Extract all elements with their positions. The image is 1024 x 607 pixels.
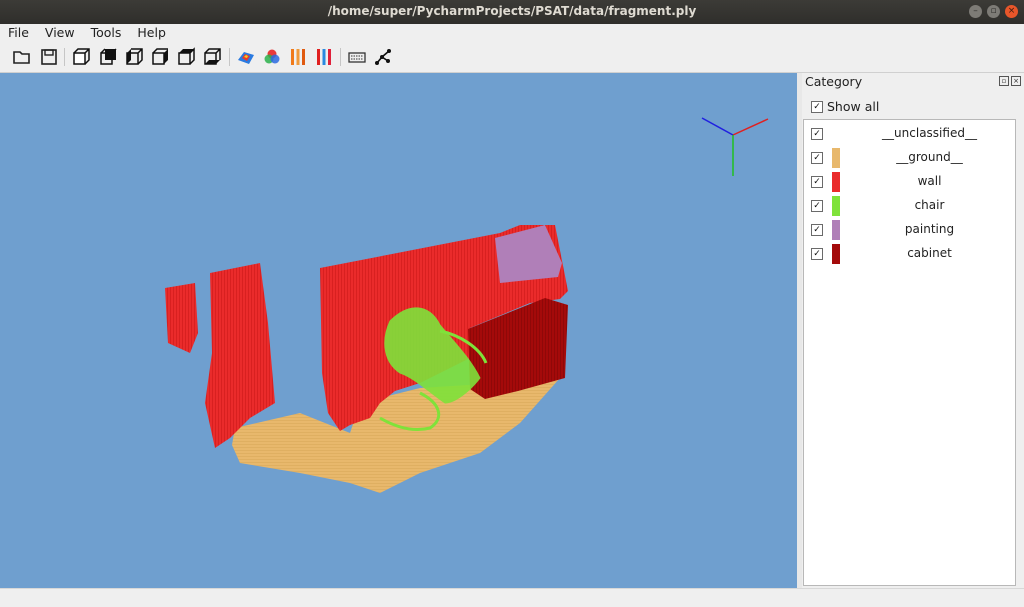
point-cloud-viewport[interactable] xyxy=(0,73,797,588)
maximize-button[interactable]: ▫ xyxy=(987,5,1000,18)
category-panel: Category ▫ × ✓ Show all ✓ __unclassified… xyxy=(802,73,1024,588)
category-row-wall[interactable]: ✓ wall xyxy=(804,170,1015,194)
category-row-unclassified[interactable]: ✓ __unclassified__ xyxy=(804,122,1015,146)
category-label: chair xyxy=(914,198,945,212)
menubar: File View Tools Help xyxy=(0,24,1024,42)
color-by-rgb-icon[interactable] xyxy=(261,46,283,68)
menu-tools[interactable]: Tools xyxy=(83,24,130,42)
wall-points-left xyxy=(165,283,198,353)
color-by-category-icon[interactable] xyxy=(287,46,309,68)
category-color-swatch xyxy=(832,196,840,216)
point-cloud-scene[interactable] xyxy=(0,73,797,588)
keyboard-icon[interactable] xyxy=(346,46,368,68)
view-front-icon[interactable] xyxy=(70,46,92,68)
ground-points xyxy=(232,378,560,493)
show-all-checkbox[interactable]: ✓ Show all xyxy=(811,99,879,114)
category-checkbox[interactable]: ✓ xyxy=(811,200,823,212)
category-label: __ground__ xyxy=(896,150,963,164)
category-row-ground[interactable]: ✓ __ground__ xyxy=(804,146,1015,170)
open-folder-icon[interactable] xyxy=(11,46,33,68)
menu-file[interactable]: File xyxy=(0,24,37,42)
checkbox-icon[interactable]: ✓ xyxy=(811,100,823,113)
window-title: /home/super/PycharmProjects/PSAT/data/fr… xyxy=(327,4,697,18)
window-titlebar: /home/super/PycharmProjects/PSAT/data/fr… xyxy=(0,0,1024,24)
wall-points-left-2 xyxy=(205,263,275,448)
view-back-icon[interactable] xyxy=(97,46,119,68)
toolbar xyxy=(0,42,1024,73)
save-icon[interactable] xyxy=(38,46,60,68)
close-button[interactable]: × xyxy=(1005,5,1018,18)
view-left-icon[interactable] xyxy=(123,46,145,68)
axis-gizmo xyxy=(701,117,769,176)
category-label: painting xyxy=(904,222,955,236)
category-checkbox[interactable]: ✓ xyxy=(811,248,823,260)
window-controls: – ▫ × xyxy=(969,5,1018,18)
category-checkbox[interactable]: ✓ xyxy=(811,128,823,140)
category-label: __unclassified__ xyxy=(882,126,977,140)
category-list[interactable]: ✓ __unclassified__ ✓ __ground__ ✓ wall ✓… xyxy=(803,119,1016,586)
category-color-swatch xyxy=(832,220,840,240)
category-row-chair[interactable]: ✓ chair xyxy=(804,194,1015,218)
category-checkbox[interactable]: ✓ xyxy=(811,176,823,188)
minimize-button[interactable]: – xyxy=(969,5,982,18)
color-by-instance-icon[interactable] xyxy=(313,46,335,68)
category-row-painting[interactable]: ✓ painting xyxy=(804,218,1015,242)
view-bottom-icon[interactable] xyxy=(201,46,223,68)
view-right-icon[interactable] xyxy=(149,46,171,68)
category-color-swatch xyxy=(832,244,840,264)
category-checkbox[interactable]: ✓ xyxy=(811,152,823,164)
menu-view[interactable]: View xyxy=(37,24,83,42)
panel-float-icon[interactable]: ▫ xyxy=(999,76,1009,86)
status-bar xyxy=(0,588,1024,607)
graph-nodes-icon[interactable] xyxy=(372,46,394,68)
category-label: cabinet xyxy=(907,246,952,260)
category-color-swatch xyxy=(832,172,840,192)
category-label: wall xyxy=(917,174,942,188)
category-checkbox[interactable]: ✓ xyxy=(811,224,823,236)
panel-title: Category xyxy=(805,74,863,89)
panel-close-icon[interactable]: × xyxy=(1011,76,1021,86)
menu-help[interactable]: Help xyxy=(129,24,174,42)
view-top-icon[interactable] xyxy=(175,46,197,68)
category-color-swatch xyxy=(832,148,840,168)
category-row-cabinet[interactable]: ✓ cabinet xyxy=(804,242,1015,266)
show-all-label: Show all xyxy=(827,99,880,114)
color-by-elevation-icon[interactable] xyxy=(235,46,257,68)
